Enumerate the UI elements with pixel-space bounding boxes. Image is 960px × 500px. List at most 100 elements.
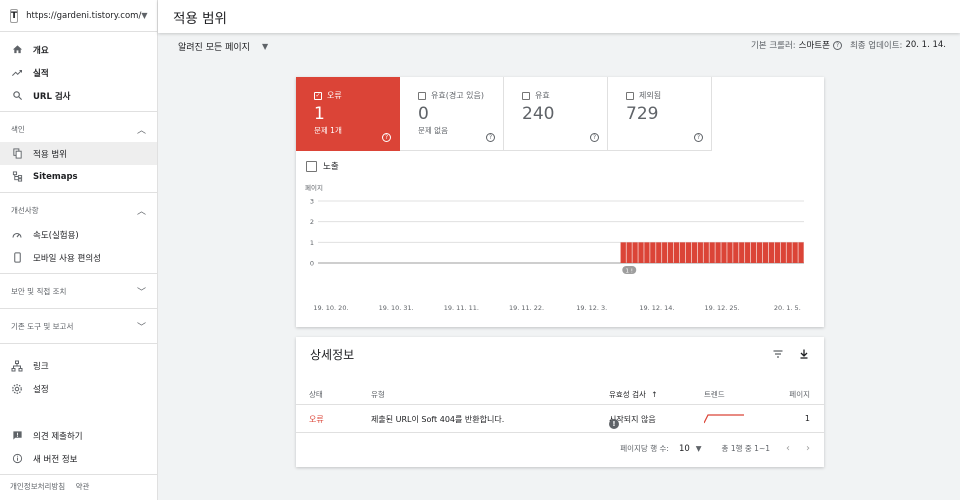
x-tick-label: 19. 11. 11.: [444, 304, 479, 312]
col-status[interactable]: 상태: [309, 389, 323, 400]
nav-links[interactable]: 링크: [0, 354, 157, 377]
annotation-label: 1 !: [626, 268, 633, 274]
nav-speed[interactable]: 속도(실험용): [0, 223, 157, 246]
table-row[interactable]: 오류 제출된 URL이 Soft 404를 반환합니다. ! 시작되지 않음 1: [296, 409, 824, 433]
y-axis-label: 페이지: [305, 183, 323, 192]
privacy-link[interactable]: 개인정보처리방침: [10, 482, 65, 491]
nav-overview[interactable]: 개요: [0, 38, 157, 61]
table-header: 상태 유형 유효성 검사 ↑ 트렌드 페이지: [296, 383, 824, 405]
updated-label: 최종 업데이트:: [849, 41, 903, 51]
rows-per-page-select[interactable]: 10: [679, 444, 690, 454]
help-icon[interactable]: ?: [590, 133, 599, 142]
settings-icon: [11, 383, 23, 395]
row-validation: ! 시작되지 않음: [609, 414, 656, 429]
rows-per-page-label: 페이지당 행 수:: [620, 444, 669, 453]
x-tick-label: 19. 12. 25.: [705, 304, 740, 312]
alert-icon: !: [609, 419, 619, 429]
prev-page-icon[interactable]: ‹: [786, 443, 790, 454]
filter-bar: 알려진 모든 페이지 ▼ 기본 크롤러: 스마트폰 ? 최종 업데이트: 20.…: [158, 35, 960, 57]
details-toolbar: [772, 348, 810, 363]
nav-label: 링크: [33, 361, 49, 372]
nav-whats-new[interactable]: 새 버전 정보: [0, 447, 157, 470]
nav-feedback[interactable]: 의견 제출하기: [0, 424, 157, 447]
chart-bar: [673, 242, 680, 263]
chart-bar: [626, 242, 632, 263]
chart-bar: [709, 242, 715, 263]
section-security[interactable]: 보안 및 직접 조치 ﹀: [0, 278, 157, 304]
home-icon: [11, 44, 23, 56]
chart-bar: [638, 242, 644, 263]
chevron-up-icon: ︿: [136, 125, 146, 136]
filter-icon[interactable]: [772, 348, 784, 363]
tile-value: 0: [418, 104, 429, 124]
help-icon[interactable]: ?: [382, 133, 391, 142]
nav-settings[interactable]: 설정: [0, 377, 157, 400]
updated-value: 20. 1. 14.: [905, 40, 946, 50]
col-validation[interactable]: 유효성 검사 ↑: [609, 389, 658, 400]
chevron-down-icon: ﹀: [136, 287, 146, 298]
nav-label: Sitemaps: [33, 171, 78, 182]
row-status: 오류: [309, 415, 324, 424]
chart-bar: [792, 242, 798, 263]
section-enhancements[interactable]: 개선사항 ︿: [0, 197, 157, 223]
chart-bar: [774, 242, 780, 263]
row-type: 제출된 URL이 Soft 404를 반환합니다.: [371, 415, 505, 424]
download-icon[interactable]: [798, 348, 810, 363]
sort-arrow-up-icon: ↑: [651, 390, 658, 399]
row-pages: 1: [804, 414, 810, 423]
x-tick-label: 20. 1. 5.: [774, 304, 801, 312]
nav-sitemaps[interactable]: Sitemaps: [0, 165, 157, 188]
chart-bar: [768, 242, 775, 263]
col-type[interactable]: 유형: [371, 389, 385, 400]
terms-link[interactable]: 약관: [76, 482, 90, 491]
chart-bar: [620, 242, 626, 263]
dropdown-caret-icon[interactable]: ▼: [696, 444, 702, 453]
nav-label: 실적: [33, 68, 49, 79]
checkbox-icon: [626, 91, 634, 100]
tile-value: 729: [626, 104, 659, 124]
x-tick-label: 19. 10. 31.: [379, 304, 414, 312]
chart-bar: [715, 242, 721, 263]
nav-label: 적용 범위: [33, 149, 67, 160]
y-tick-label: 0: [310, 260, 314, 268]
nav-label: 설정: [33, 384, 49, 395]
tile-valid-warning[interactable]: 유효(경고 있음) 0 문제 없음 ?: [400, 77, 504, 151]
help-icon[interactable]: ?: [694, 133, 703, 142]
chart-bar: [733, 242, 739, 263]
checkbox-icon: [418, 91, 426, 100]
section-label: 기존 도구 및 보고서: [11, 321, 74, 331]
nav-performance[interactable]: 실적: [0, 61, 157, 84]
tile-excluded[interactable]: 제외됨 729 ?: [608, 77, 712, 151]
tile-error[interactable]: ✓ 오류 1 문제 1개 ?: [296, 77, 400, 151]
nav-mobile-usability[interactable]: 모바일 사용 편의성: [0, 246, 157, 269]
file-copy-icon: [11, 148, 23, 160]
trend-sparkline: [703, 414, 744, 426]
chart-bar: [697, 242, 703, 263]
tile-label: 유효(경고 있음): [431, 91, 484, 100]
property-selector[interactable]: T https://gardeni.tistory.com/ ▼: [0, 0, 157, 32]
divider: [0, 308, 157, 309]
chart-bar: [745, 242, 751, 263]
tile-label: 오류: [327, 91, 342, 100]
nav-label: 새 버전 정보: [33, 454, 78, 465]
details-card: 상세정보 상태 유형 유효성 검사 ↑ 트렌드 페이지 오류 제출된 URL이 …: [296, 337, 824, 467]
y-tick-label: 1: [310, 239, 314, 247]
chart-bar: [739, 242, 745, 263]
col-pages[interactable]: 페이지: [789, 389, 810, 400]
next-page-icon[interactable]: ›: [806, 443, 810, 454]
divider: [0, 474, 157, 475]
section-legacy[interactable]: 기존 도구 및 보고서 ﹀: [0, 313, 157, 339]
impressions-toggle[interactable]: 노출: [306, 160, 339, 172]
page-filter-dropdown[interactable]: 알려진 모든 페이지 ▼: [178, 40, 268, 53]
section-label: 색인: [11, 124, 25, 134]
help-icon[interactable]: ?: [486, 133, 495, 142]
section-index[interactable]: 색인 ︿: [0, 116, 157, 142]
nav-url-inspection[interactable]: URL 검사: [0, 84, 157, 107]
help-icon[interactable]: ?: [832, 40, 842, 50]
nav-label: 모바일 사용 편의성: [33, 253, 101, 264]
tile-valid[interactable]: 유효 240 ?: [504, 77, 608, 151]
chart-bar: [721, 242, 727, 263]
chart-bar: [756, 242, 763, 263]
nav-coverage[interactable]: 적용 범위: [0, 142, 157, 165]
chart-bar: [762, 242, 769, 263]
